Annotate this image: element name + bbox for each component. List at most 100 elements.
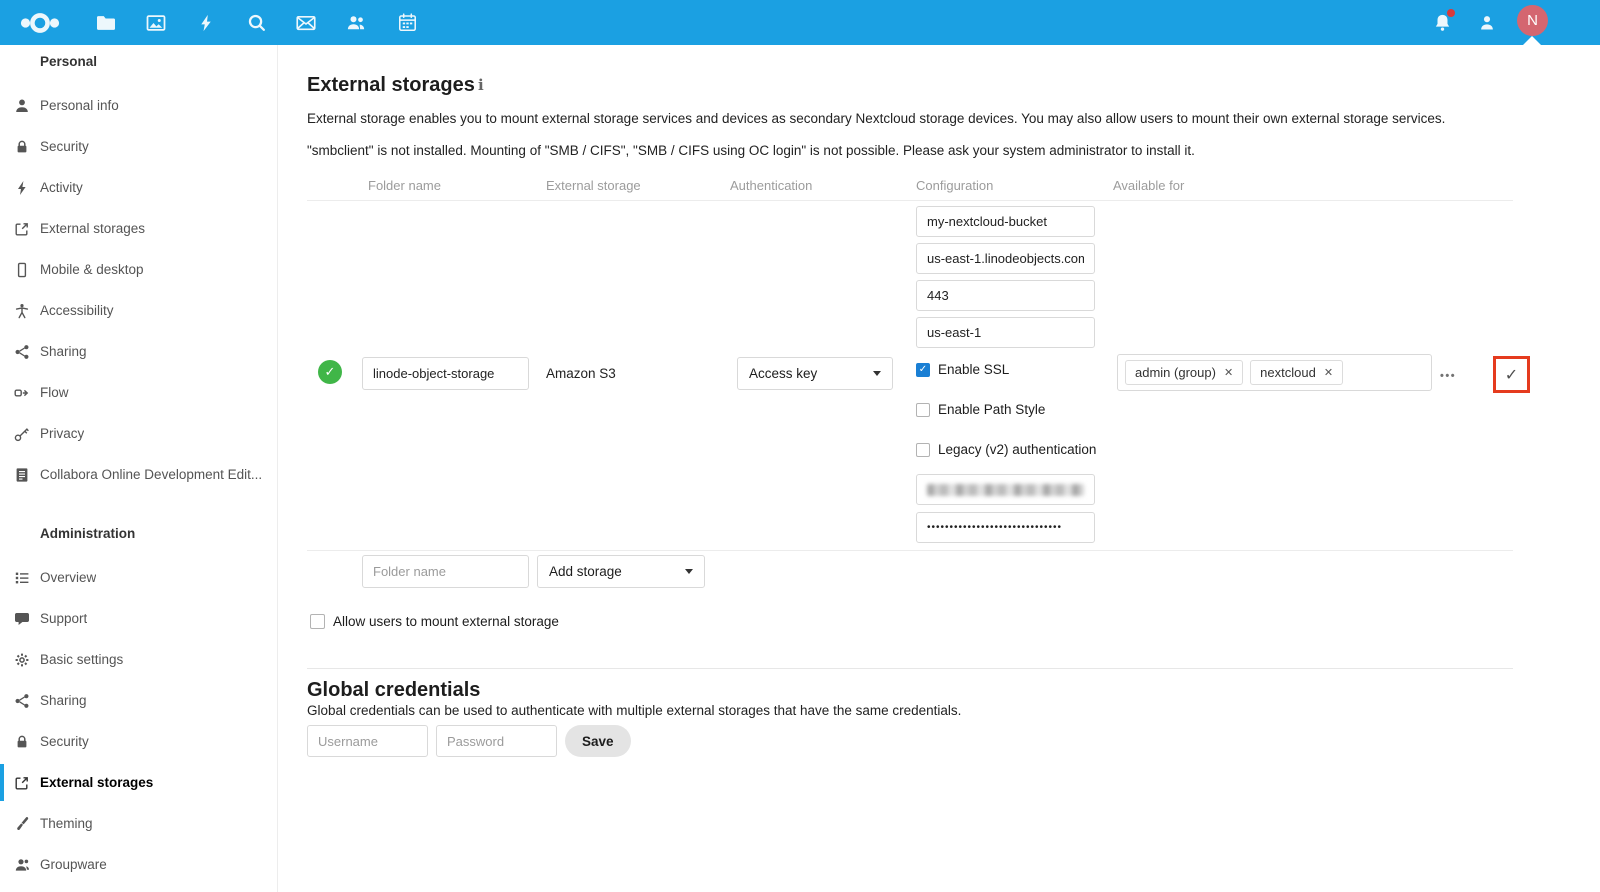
- sidebar-item-mobile-desktop[interactable]: Mobile & desktop: [0, 249, 278, 290]
- sidebar-item-groupware[interactable]: Groupware: [0, 844, 278, 885]
- secret-key-input[interactable]: [916, 512, 1095, 543]
- sidebar-item-support[interactable]: Support: [0, 598, 278, 639]
- section-divider: [307, 668, 1513, 669]
- remove-chip-icon[interactable]: ✕: [1224, 366, 1233, 379]
- sidebar-item-security-admin[interactable]: Security: [0, 721, 278, 762]
- sidebar-item-label: Personal info: [40, 98, 119, 113]
- magnifier-icon: [247, 13, 266, 32]
- global-credentials-description: Global credentials can be used to authen…: [307, 703, 1407, 718]
- user-icon: [14, 98, 30, 114]
- row-overflow-menu[interactable]: •••: [1440, 370, 1456, 382]
- sidebar-item-collabora[interactable]: Collabora Online Development Edit...: [0, 454, 278, 495]
- enable-ssl-label: Enable SSL: [938, 362, 1009, 377]
- avatar[interactable]: N: [1517, 5, 1548, 36]
- lightning-icon: [197, 14, 215, 32]
- legacy-auth-label: Legacy (v2) authentication: [938, 442, 1096, 457]
- sidebar-item-activity[interactable]: Activity: [0, 167, 278, 208]
- sidebar-item-sharing-admin[interactable]: Sharing: [0, 680, 278, 721]
- app-contacts[interactable]: [334, 0, 378, 45]
- list-icon: [14, 570, 30, 586]
- sidebar-item-external-storages-admin[interactable]: External storages: [0, 762, 278, 803]
- nextcloud-logo[interactable]: [12, 0, 68, 45]
- sidebar-item-external-storages-personal[interactable]: External storages: [0, 208, 278, 249]
- available-for-input[interactable]: admin (group) ✕ nextcloud ✕: [1117, 354, 1432, 391]
- app-activity[interactable]: [184, 0, 228, 45]
- allow-users-checkbox[interactable]: Allow users to mount external storage: [310, 614, 559, 629]
- chevron-down-icon: [873, 371, 881, 376]
- table-row-divider: [307, 550, 1513, 551]
- chip-label: nextcloud: [1260, 365, 1316, 380]
- save-button[interactable]: Save: [565, 725, 631, 757]
- port-input[interactable]: [916, 280, 1095, 311]
- sidebar-item-label: Mobile & desktop: [40, 262, 144, 277]
- nextcloud-settings-page: N Personal Personal info Security Activi…: [0, 0, 1600, 892]
- chip-label: admin (group): [1135, 365, 1216, 380]
- add-storage-select[interactable]: Add storage: [537, 555, 705, 588]
- checkbox-unchecked-icon[interactable]: [916, 443, 930, 457]
- global-username-input[interactable]: [307, 725, 428, 757]
- available-for-chip[interactable]: nextcloud ✕: [1250, 360, 1343, 385]
- sidebar-item-sharing-personal[interactable]: Sharing: [0, 331, 278, 372]
- app-files[interactable]: [84, 0, 128, 45]
- people-icon: [346, 13, 366, 33]
- sidebar-item-label: Security: [40, 139, 89, 154]
- legacy-auth-checkbox[interactable]: Legacy (v2) authentication: [916, 442, 1096, 457]
- sidebar-item-label: Support: [40, 611, 87, 626]
- contacts-menu-button[interactable]: [1465, 0, 1509, 45]
- external-link-icon: [14, 221, 30, 237]
- mail-icon: [296, 13, 316, 33]
- app-search[interactable]: [234, 0, 278, 45]
- remove-chip-icon[interactable]: ✕: [1324, 366, 1333, 379]
- available-for-chip[interactable]: admin (group) ✕: [1125, 360, 1243, 385]
- sidebar-item-theming[interactable]: Theming: [0, 803, 278, 844]
- checkbox-unchecked-icon[interactable]: [916, 403, 930, 417]
- folder-name-input[interactable]: [362, 357, 529, 390]
- sidebar-item-label: External storages: [40, 221, 145, 236]
- calendar-icon: [398, 13, 417, 32]
- sidebar-item-label: Activity: [40, 180, 83, 195]
- section-description: External storage enables you to mount ex…: [307, 111, 1517, 126]
- sidebar-section-personal: Personal: [40, 54, 97, 69]
- column-header-external-storage: External storage: [546, 178, 641, 193]
- sidebar-item-security-personal[interactable]: Security: [0, 126, 278, 167]
- photos-icon: [146, 13, 166, 33]
- notification-badge: [1447, 9, 1455, 17]
- app-mail[interactable]: [284, 0, 328, 45]
- top-header-bar: N: [0, 0, 1600, 45]
- column-header-available-for: Available for: [1113, 178, 1184, 193]
- save-storage-button[interactable]: ✓: [1493, 356, 1530, 393]
- access-key-input-redacted[interactable]: [916, 474, 1095, 505]
- column-header-configuration: Configuration: [916, 178, 993, 193]
- enable-path-style-checkbox[interactable]: Enable Path Style: [916, 402, 1045, 417]
- group-icon: [14, 857, 30, 873]
- sidebar-item-privacy[interactable]: Privacy: [0, 413, 278, 454]
- authentication-select[interactable]: Access key: [737, 357, 893, 390]
- info-icon[interactable]: i: [478, 76, 484, 94]
- lock-icon: [14, 734, 30, 750]
- app-calendar[interactable]: [385, 0, 429, 45]
- checkbox-unchecked-icon[interactable]: [310, 614, 325, 629]
- sidebar-item-personal-info[interactable]: Personal info: [0, 85, 278, 126]
- chevron-down-icon: [685, 569, 693, 574]
- region-input[interactable]: [916, 317, 1095, 348]
- enable-path-style-label: Enable Path Style: [938, 402, 1045, 417]
- sidebar-item-basic-settings[interactable]: Basic settings: [0, 639, 278, 680]
- smbclient-warning: "smbclient" is not installed. Mounting o…: [307, 143, 1517, 158]
- sidebar-item-label: Overview: [40, 570, 96, 585]
- sidebar-item-accessibility[interactable]: Accessibility: [0, 290, 278, 331]
- checkbox-checked-icon[interactable]: ✓: [916, 363, 930, 377]
- enable-ssl-checkbox[interactable]: ✓ Enable SSL: [916, 362, 1009, 377]
- new-folder-name-input[interactable]: [362, 555, 529, 588]
- external-storage-type: Amazon S3: [546, 366, 616, 381]
- sidebar-item-flow[interactable]: Flow: [0, 372, 278, 413]
- document-icon: [14, 467, 30, 483]
- app-photos[interactable]: [134, 0, 178, 45]
- external-storages-settings: External storages i External storage ena…: [279, 45, 1600, 892]
- notifications-button[interactable]: [1420, 0, 1464, 45]
- sidebar-item-overview[interactable]: Overview: [0, 557, 278, 598]
- allow-users-label: Allow users to mount external storage: [333, 614, 559, 629]
- global-password-input[interactable]: [436, 725, 557, 757]
- bucket-input[interactable]: [916, 206, 1095, 237]
- add-storage-select-value: Add storage: [549, 564, 622, 579]
- hostname-input[interactable]: [916, 243, 1095, 274]
